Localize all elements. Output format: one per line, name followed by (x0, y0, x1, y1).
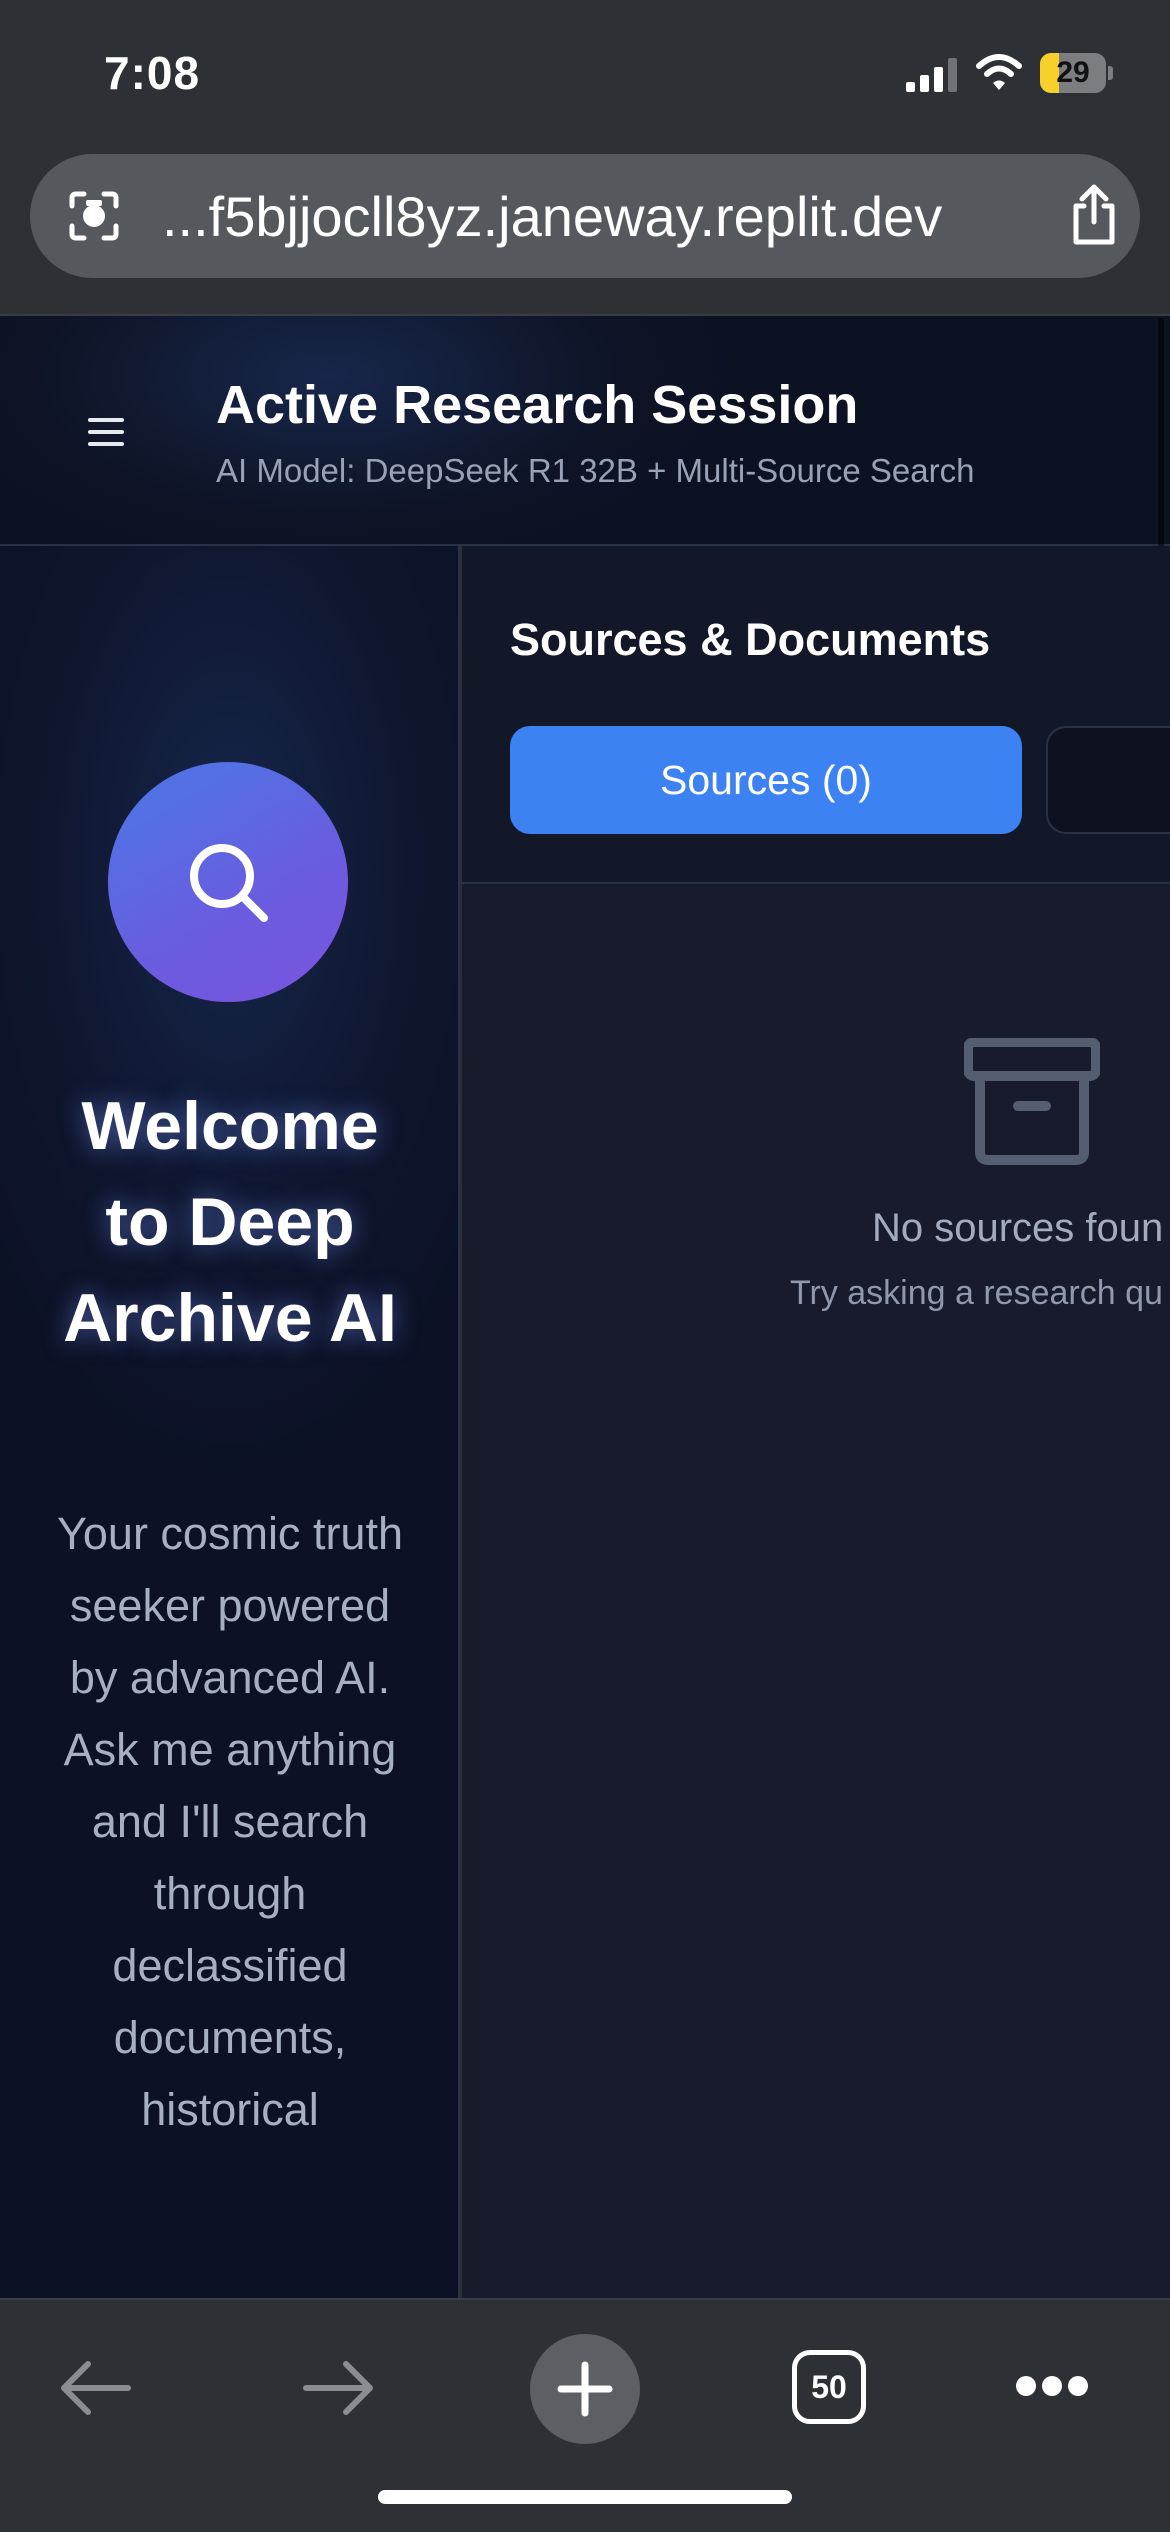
address-bar[interactable]: ...f5bjjocll8yz.janeway.replit.dev (30, 154, 1140, 278)
welcome-title: Welcome to Deep Archive AI (63, 1088, 397, 1356)
more-icon[interactable] (1016, 2376, 1088, 2398)
phone-screen: 7:08 29 ...f5bjjocll8yz.janeway.replit.d… (0, 0, 1170, 2532)
status-time: 7:08 (104, 47, 201, 99)
share-icon[interactable] (1066, 184, 1122, 246)
model-subtitle: AI Model: DeepSeek R1 32B + Multi-Source… (216, 452, 975, 489)
browser-address-area: ...f5bjjocll8yz.janeway.replit.dev (0, 140, 1170, 316)
sources-panel-header: Sources & Documents Sources (0) (462, 546, 1170, 884)
tab-sources[interactable]: Sources (0) (510, 726, 1022, 834)
battery-level: 29 (1056, 56, 1090, 89)
empty-state-subtitle: Try asking a research qu (790, 1274, 1163, 1312)
sources-panel-title: Sources & Documents (510, 614, 991, 665)
tab-documents[interactable] (1046, 726, 1170, 834)
tabs-count-button[interactable]: 50 (792, 2350, 866, 2424)
welcome-description: Your cosmic truth seeker powered by adva… (57, 1508, 403, 2135)
lens-icon[interactable] (66, 188, 122, 244)
home-indicator (378, 2490, 792, 2504)
empty-state-title: No sources foun (872, 1206, 1164, 1250)
archive-icon (964, 1038, 1100, 1165)
app-header: Active Research Session AI Model: DeepSe… (0, 316, 1170, 546)
plus-icon (557, 2361, 613, 2417)
battery-icon: 29 (1040, 53, 1113, 93)
hamburger-menu-icon[interactable] (88, 416, 128, 448)
new-tab-button[interactable] (530, 2334, 640, 2444)
search-avatar (108, 762, 348, 1002)
search-icon (190, 844, 268, 922)
welcome-panel: Welcome to Deep Archive AI Your cosmic t… (0, 546, 460, 2298)
sources-panel: Sources & Documents Sources (0) No sourc… (462, 546, 1170, 2298)
forward-arrow-icon[interactable] (302, 2358, 376, 2418)
session-title: Active Research Session (216, 375, 859, 435)
back-arrow-icon[interactable] (58, 2358, 132, 2418)
wifi-icon (976, 54, 1022, 90)
status-bar: 7:08 29 (0, 0, 1170, 140)
url-text[interactable]: ...f5bjjocll8yz.janeway.replit.dev (162, 184, 1052, 249)
signal-icon (906, 58, 957, 92)
